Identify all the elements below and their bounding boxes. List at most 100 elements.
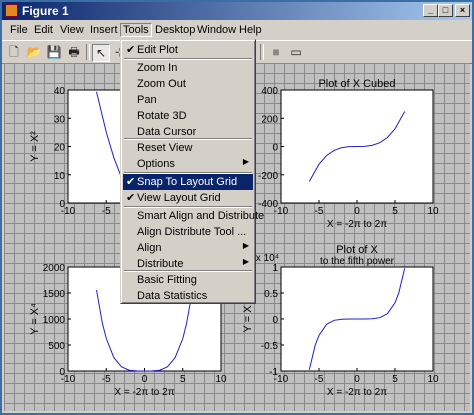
close-button[interactable]: × [455, 4, 470, 17]
tools-menu-item-edit-plot[interactable]: ✔ Edit Plot [123, 42, 253, 58]
y-tick-label: 400 [261, 86, 278, 97]
y-tick-label: 2000 [43, 263, 66, 274]
plot-subtitle: to the fifth power [320, 256, 395, 267]
menu-file[interactable]: File [8, 24, 30, 36]
tools-menu-item-view-layout-grid[interactable]: ✔ View Layout Grid [123, 190, 253, 206]
y-tick-label: -200 [258, 171, 278, 182]
y-tick-label: 0 [59, 199, 65, 210]
menu-item-label: Pan [137, 94, 157, 106]
toolbar-separator [260, 44, 264, 60]
tools-menu: ✔ Edit Plot Zoom In Zoom Out Pan Rotate 3D Dat… [120, 39, 264, 304]
menu-bar: File Edit View Insert Tools Desktop Wind… [2, 21, 472, 39]
menu-item-label: Data Cursor [137, 126, 197, 138]
checkmark-icon: ✔ [126, 192, 136, 204]
tools-menu-item-data-cursor[interactable]: Data Cursor [123, 124, 253, 140]
y-tick-label: 1500 [43, 289, 66, 300]
y-tick-label: 200 [261, 114, 278, 125]
tools-menu-item-rotate-3d[interactable]: Rotate 3D [123, 108, 253, 124]
x-axis-label: X = -2π to 2π [327, 219, 387, 230]
new-file-icon[interactable]: 🗋 [6, 44, 22, 60]
x-tick-label: 5 [180, 374, 186, 385]
y-tick-label: -400 [258, 199, 278, 210]
tools-menu-item-smart-align-and-distribute[interactable]: Smart Align and Distribute [123, 208, 264, 224]
x-tick-label: 0 [354, 374, 360, 385]
x-tick-label: -5 [315, 206, 324, 217]
tools-menu-item-data-statistics[interactable]: Data Statistics [123, 288, 253, 304]
menu-item-label: Smart Align and Distribute [137, 210, 265, 222]
stop-icon[interactable]: ■ [268, 44, 284, 60]
minimize-button[interactable]: _ [423, 4, 438, 17]
menu-item-label: Snap To Layout Grid [137, 176, 238, 188]
checkmark-icon: ✔ [126, 44, 136, 56]
title-bar[interactable]: Figure 1 _ □ × [2, 2, 472, 20]
figure-window: Figure 1 _ □ × File Edit View Insert Too… [0, 0, 474, 415]
menu-item-label: Align [137, 242, 162, 254]
tools-menu-item-snap-to-layout-grid[interactable]: ✔ Snap To Layout Grid [123, 174, 253, 190]
y-axis-label: Y = X [242, 305, 254, 333]
y-axis-label: Y = X⁴ [29, 303, 41, 335]
menu-item-label: Distribute [137, 258, 184, 270]
axis-exponent-label: x 10⁴ [256, 253, 279, 264]
y-tick-label: 30 [54, 114, 66, 125]
submenu-arrow-icon: ▶ [242, 257, 249, 266]
tools-menu-item-align-distribute-tool[interactable]: Align Distribute Tool ... [123, 224, 253, 240]
tools-menu-item-distribute[interactable]: Distribute ▶ [123, 256, 253, 272]
y-tick-label: -0.5 [261, 341, 279, 352]
plot-title: Plot of X Cubed [318, 78, 395, 90]
window-title: Figure 1 [22, 4, 69, 18]
menu-insert[interactable]: Insert [88, 24, 120, 36]
submenu-arrow-icon: ▶ [242, 241, 249, 250]
save-icon[interactable]: 💾 [46, 44, 62, 60]
x-axis-label: X = -2π to 2π [114, 387, 174, 398]
y-tick-label: 500 [48, 341, 65, 352]
tools-menu-item-zoom-out[interactable]: Zoom Out [123, 76, 253, 92]
y-tick-label: 0.5 [264, 289, 278, 300]
tools-menu-item-reset-view[interactable]: Reset View [123, 140, 253, 156]
menu-item-label: Zoom In [137, 62, 178, 74]
x-tick-label: 5 [392, 206, 398, 217]
tools-menu-item-zoom-in[interactable]: Zoom In [123, 60, 253, 76]
plot-title: Plot of X [336, 244, 378, 256]
menu-help[interactable]: Help [237, 24, 264, 36]
menu-desktop[interactable]: Desktop [153, 24, 197, 36]
x-axis-label: X = -2π to 2π [327, 387, 387, 398]
y-tick-label: 0 [272, 315, 278, 326]
x-tick-label: 10 [215, 374, 227, 385]
x-tick-label: -5 [315, 374, 324, 385]
tools-menu-item-align[interactable]: Align ▶ [123, 240, 253, 256]
open-folder-icon[interactable]: 📂 [26, 44, 42, 60]
checkmark-icon: ✔ [126, 176, 136, 188]
tools-menu-item-basic-fitting[interactable]: Basic Fitting [123, 272, 253, 288]
menu-item-label: Data Statistics [137, 290, 208, 302]
menu-item-label: Reset View [137, 142, 193, 154]
tools-menu-item-options[interactable]: Options ▶ [123, 156, 253, 172]
y-tick-label: 1 [272, 263, 278, 274]
x-tick-label: 5 [392, 374, 398, 385]
x-tick-label: -5 [102, 374, 111, 385]
menu-tools[interactable]: Tools [120, 23, 152, 37]
box-icon[interactable]: ▭ [288, 44, 304, 60]
y-tick-label: 0 [59, 367, 65, 378]
menu-item-label: Zoom Out [137, 78, 186, 90]
maximize-button[interactable]: □ [438, 4, 453, 17]
menu-view[interactable]: View [58, 24, 86, 36]
menu-item-label: Basic Fitting [137, 274, 197, 286]
menu-item-label: Edit Plot [137, 44, 178, 56]
pointer-arrow-icon[interactable]: ↖ [92, 44, 110, 62]
menu-item-label: Options [137, 158, 175, 170]
x-tick-label: -5 [102, 206, 111, 217]
menu-item-label: Rotate 3D [137, 110, 187, 122]
x-tick-label: 0 [142, 374, 148, 385]
submenu-arrow-icon: ▶ [242, 157, 249, 166]
toolbar-separator [86, 44, 90, 60]
x-tick-label: 10 [427, 206, 439, 217]
y-tick-label: 40 [54, 86, 66, 97]
x-tick-label: 0 [354, 206, 360, 217]
menu-window[interactable]: Window [195, 24, 238, 36]
menu-item-label: Align Distribute Tool ... [137, 226, 247, 238]
print-icon[interactable]: 🖶 [66, 44, 82, 60]
tools-menu-item-pan[interactable]: Pan [123, 92, 253, 108]
y-tick-label: 20 [54, 143, 66, 154]
menu-edit[interactable]: Edit [32, 24, 55, 36]
x-tick-label: 10 [427, 374, 439, 385]
